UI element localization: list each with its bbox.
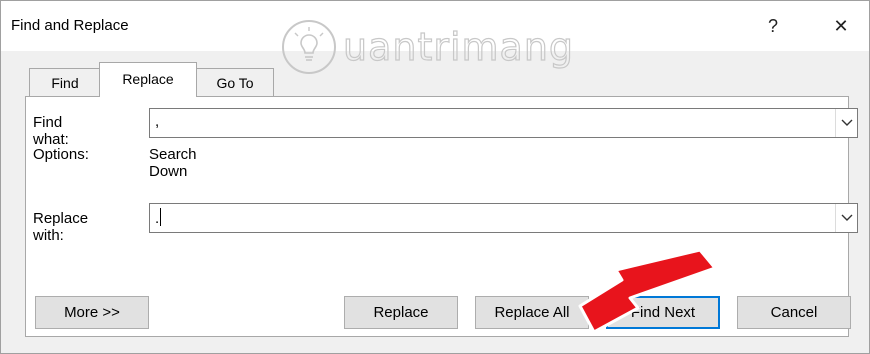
replace-with-input[interactable]: .	[149, 203, 858, 233]
more-button[interactable]: More >>	[35, 296, 149, 329]
cancel-button[interactable]: Cancel	[737, 296, 851, 329]
tab-replace[interactable]: Replace	[99, 62, 197, 97]
options-label: Options:	[33, 146, 89, 163]
tab-label: Go To	[216, 75, 254, 91]
find-dropdown-button[interactable]	[835, 109, 857, 137]
red-arrow-icon	[578, 248, 717, 334]
help-icon[interactable]: ?	[758, 13, 788, 39]
window-title: Find and Replace	[11, 17, 129, 34]
options-value: Search Down	[149, 146, 197, 180]
replace-button[interactable]: Replace	[344, 296, 458, 329]
find-what-input[interactable]: ,	[149, 108, 858, 138]
watermark-text: uantrimang	[342, 24, 575, 69]
watermark: uantrimang	[279, 17, 639, 77]
tab-go-to[interactable]: Go To	[196, 68, 274, 96]
text-caret	[160, 208, 162, 226]
replace-with-value: .	[155, 208, 162, 227]
close-icon[interactable]: ✕	[826, 13, 856, 39]
replace-dropdown-button[interactable]	[835, 204, 857, 232]
find-what-label: Find what:	[33, 114, 69, 148]
find-what-value: ,	[155, 113, 160, 130]
lightbulb-icon	[282, 20, 336, 74]
chevron-down-icon	[841, 214, 853, 221]
replace-with-label: Replace with:	[33, 210, 89, 244]
tab-label: Replace	[122, 71, 174, 87]
tab-label: Find	[51, 75, 79, 91]
tab-find[interactable]: Find	[29, 68, 101, 96]
chevron-down-icon	[841, 119, 853, 126]
